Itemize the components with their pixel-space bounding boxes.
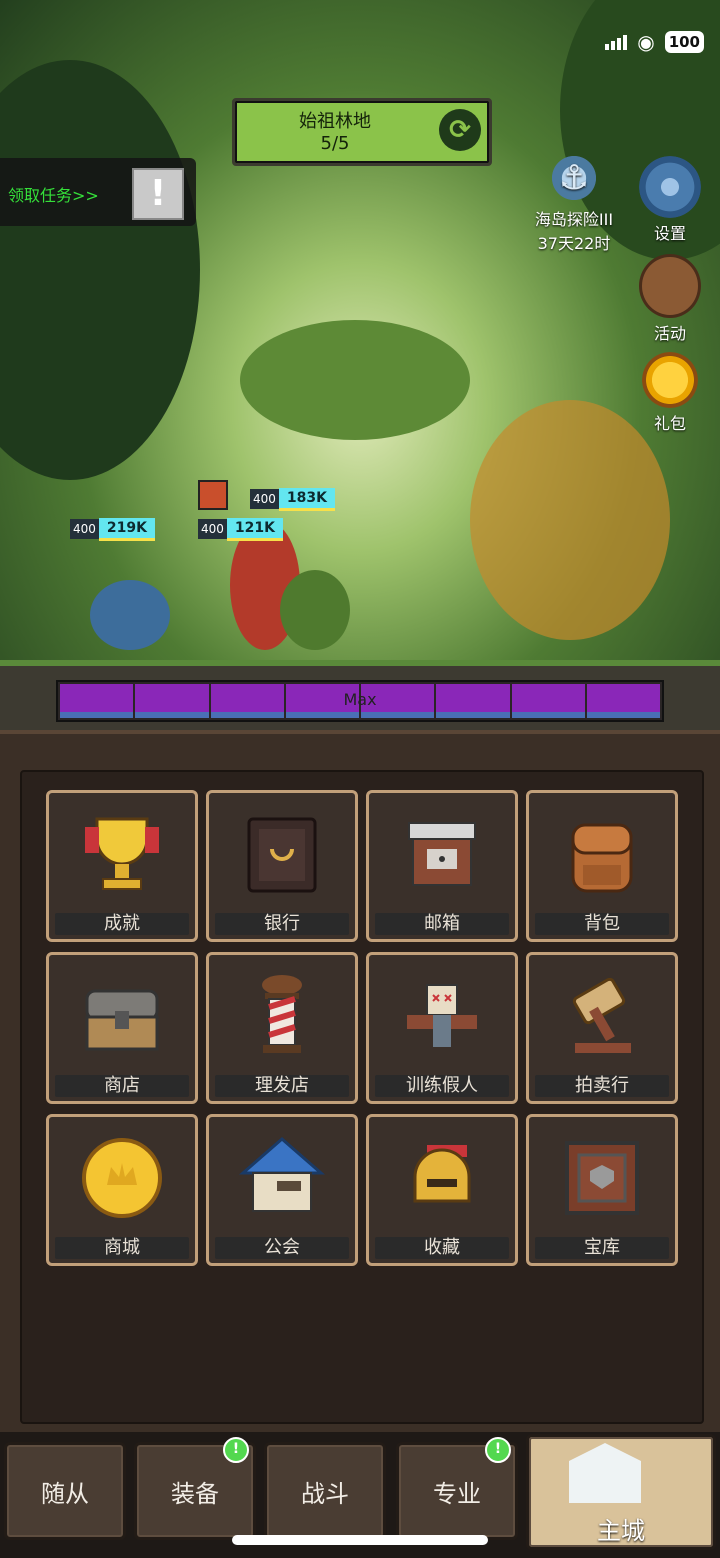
tree-trunk-right xyxy=(470,400,670,640)
barbershop-tile[interactable]: 理发店 xyxy=(206,952,358,1104)
safe-icon xyxy=(237,809,327,899)
level-label: 400 xyxy=(70,519,99,539)
tree-canopy xyxy=(240,320,470,440)
crown-coin-icon xyxy=(77,1133,167,1223)
stage-progress: 5/5 xyxy=(320,133,350,154)
settings-button[interactable]: 设置 xyxy=(634,156,706,244)
level-label: 400 xyxy=(198,519,227,539)
island-event-timer: 37天22时 xyxy=(537,234,611,253)
gavel-icon xyxy=(557,971,647,1061)
game-screen: 400 219K 400 121K 400 183K ◉ 100 始祖林地 5/… xyxy=(0,0,720,1558)
tab-label: 战斗 xyxy=(301,1480,349,1508)
tab-label: 随从 xyxy=(41,1480,89,1508)
store-tile[interactable]: 商城 xyxy=(46,1114,198,1266)
settings-label: 设置 xyxy=(653,224,686,243)
vault-icon xyxy=(557,1133,647,1223)
scroll-icon xyxy=(639,254,701,318)
trophy-icon xyxy=(77,809,167,899)
achievements-tile[interactable]: 成就 xyxy=(46,790,198,942)
tab-equipment[interactable]: 装备 ! xyxy=(134,1437,256,1540)
notification-badge: ! xyxy=(485,1437,511,1463)
tab-label: 专业 xyxy=(433,1480,481,1508)
battery-icon: 100 xyxy=(664,31,704,53)
bank-tile[interactable]: 银行 xyxy=(206,790,358,942)
tab-followers[interactable]: 随从 xyxy=(4,1442,126,1540)
helmet-icon xyxy=(397,1133,487,1223)
exclamation-icon[interactable]: ! xyxy=(132,168,184,220)
chest-icon xyxy=(77,971,167,1061)
tile-label: 拍卖行 xyxy=(535,1075,669,1097)
tile-label: 邮箱 xyxy=(375,913,509,935)
goblin-ally[interactable] xyxy=(280,570,350,650)
tab-main-city[interactable]: 主城 xyxy=(526,1434,716,1550)
hp-value: 219K xyxy=(98,517,155,541)
status-bar: ◉ 100 xyxy=(605,30,704,54)
tree-left xyxy=(0,60,200,480)
main-city-panel: 成就 银行 邮箱 背包 商店 理发店 训练假人 拍卖行 商城 公会 收藏 宝库 xyxy=(0,730,720,1434)
castle-icon xyxy=(569,1443,641,1503)
wifi-icon: ◉ xyxy=(637,30,655,54)
collection-tile[interactable]: 收藏 xyxy=(366,1114,518,1266)
tab-label: 主城 xyxy=(597,1517,645,1545)
tile-label: 理发店 xyxy=(215,1075,349,1097)
tile-label: 宝库 xyxy=(535,1237,669,1259)
guild-house-icon xyxy=(237,1133,327,1223)
menu-grid: 成就 银行 邮箱 背包 商店 理发店 训练假人 拍卖行 商城 公会 收藏 宝库 xyxy=(46,790,678,1266)
events-label: 活动 xyxy=(653,324,686,343)
quest-label[interactable]: 领取任务>> xyxy=(8,182,99,206)
level-label: 400 xyxy=(250,489,279,509)
shop-tile[interactable]: 商店 xyxy=(46,952,198,1104)
island-event-title: 海岛探险III xyxy=(534,210,614,229)
tile-label: 商店 xyxy=(55,1075,189,1097)
refresh-icon[interactable]: ⟳ xyxy=(439,109,481,151)
mailbox-icon xyxy=(397,809,487,899)
vault-tile[interactable]: 宝库 xyxy=(526,1114,678,1266)
barber-pole-icon xyxy=(237,971,327,1061)
hp-bar-left: 400 219K xyxy=(70,517,155,541)
buff-icon xyxy=(198,480,228,510)
tile-label: 成就 xyxy=(55,913,189,935)
tile-label: 银行 xyxy=(215,913,349,935)
tile-label: 训练假人 xyxy=(375,1075,509,1097)
island-event-button[interactable]: ⚓ 海岛探险III 37天22时 xyxy=(524,152,624,254)
notification-badge: ! xyxy=(223,1437,249,1463)
guild-tile[interactable]: 公会 xyxy=(206,1114,358,1266)
mailbox-tile[interactable]: 邮箱 xyxy=(366,790,518,942)
energy-label: Max xyxy=(343,690,377,709)
stage-name: 始祖林地 xyxy=(299,111,371,132)
training-dummy-icon xyxy=(397,971,487,1061)
hp-bar-right: 400 183K xyxy=(250,487,335,511)
tab-profession[interactable]: 专业 ! xyxy=(396,1437,518,1540)
events-button[interactable]: 活动 xyxy=(634,254,706,344)
signal-icon xyxy=(605,34,628,50)
tab-battle[interactable]: 战斗 xyxy=(264,1442,386,1540)
stage-banner[interactable]: 始祖林地 5/5 ⟳ xyxy=(232,98,492,166)
tile-label: 收藏 xyxy=(375,1237,509,1259)
gear-icon xyxy=(639,156,701,218)
pirate-frog-enemy[interactable] xyxy=(90,580,170,650)
backpack-icon xyxy=(557,809,647,899)
anchor-icon: ⚓ xyxy=(544,152,604,204)
tile-label: 背包 xyxy=(535,913,669,935)
auction-house-tile[interactable]: 拍卖行 xyxy=(526,952,678,1104)
menu-grid-frame: 成就 银行 邮箱 背包 商店 理发店 训练假人 拍卖行 商城 公会 收藏 宝库 xyxy=(20,770,704,1424)
tile-label: 商城 xyxy=(55,1237,189,1259)
backpack-tile[interactable]: 背包 xyxy=(526,790,678,942)
gift-coin-icon xyxy=(642,352,698,408)
hp-value: 183K xyxy=(278,487,335,511)
quest-panel[interactable]: 领取任务>> ! xyxy=(0,158,196,226)
training-dummy-tile[interactable]: 训练假人 xyxy=(366,952,518,1104)
home-indicator[interactable] xyxy=(232,1535,488,1545)
hp-value: 121K xyxy=(226,517,283,541)
tab-label: 装备 xyxy=(171,1480,219,1508)
tile-label: 公会 xyxy=(215,1237,349,1259)
gifts-button[interactable]: 礼包 xyxy=(634,352,706,434)
hp-bar-middle: 400 121K xyxy=(198,517,283,541)
gifts-label: 礼包 xyxy=(653,414,686,433)
